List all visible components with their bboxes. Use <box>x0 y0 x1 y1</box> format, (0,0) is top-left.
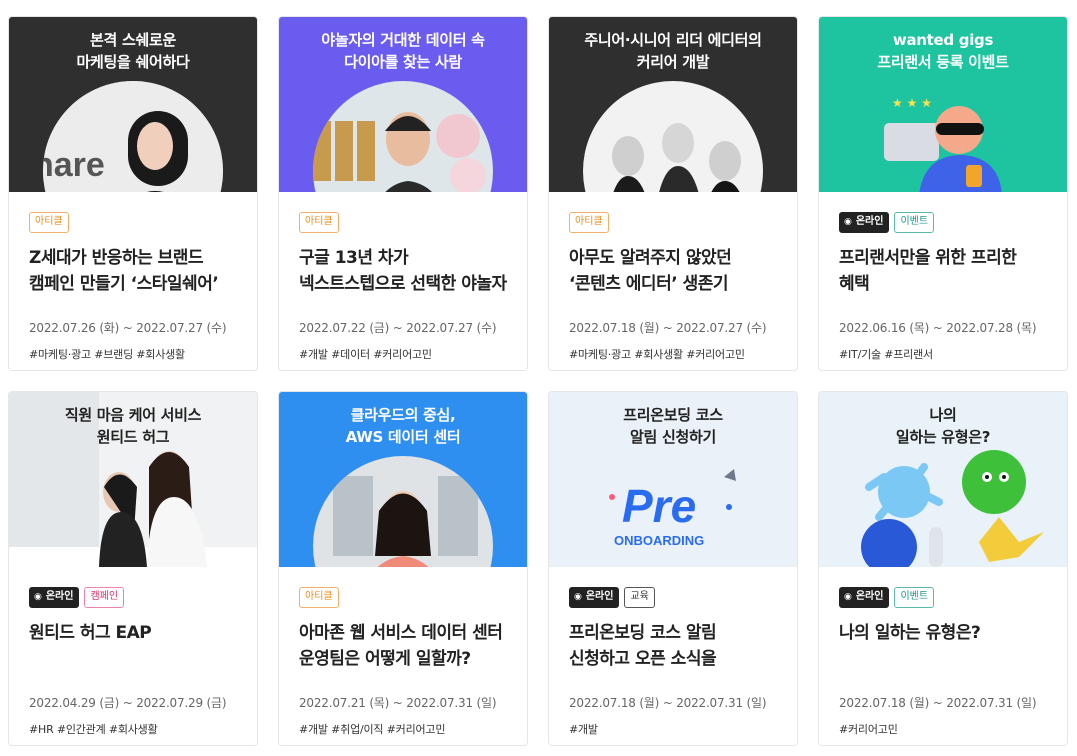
card-chips: 아티클 <box>299 212 507 233</box>
card-date: 2022.07.21 (목) ~ 2022.07.31 (일) <box>299 696 497 710</box>
chip-campaign: 캠페인 <box>84 587 125 608</box>
card-date: 2022.07.18 (월) ~ 2022.07.27 (수) <box>569 321 767 335</box>
card-chips: ◉ 온라인 캠페인 <box>29 587 237 608</box>
card-chips: ◉ 온라인 이벤트 <box>839 587 1047 608</box>
chip-education: 교육 <box>624 587 655 608</box>
card-banner: 주니어·시니어 리더 에디터의 커리어 개발 <box>549 17 797 192</box>
banner-photo <box>313 81 493 192</box>
chip-event: 이벤트 <box>894 212 935 233</box>
chip-article: 아티클 <box>29 212 69 233</box>
card-title[interactable]: 나의 일하는 유형은? <box>839 620 1047 672</box>
card-tags: #개발 <box>569 723 598 736</box>
event-card[interactable]: 야놀자의 거대한 데이터 속 다이아를 찾는 사람 아티클 구글 13년 차가 … <box>278 16 528 371</box>
banner-photo <box>313 456 493 567</box>
card-chips: 아티클 <box>299 587 507 608</box>
work-type-3d-illustration <box>861 450 1044 567</box>
chip-article: 아티클 <box>299 212 339 233</box>
card-title[interactable]: Z세대가 반응하는 브랜드 캠페인 만들기 ‘스타일쉐어’ <box>29 245 237 297</box>
event-card[interactable]: 주니어·시니어 리더 에디터의 커리어 개발 아티클 아무도 알려주지 않았던 … <box>548 16 798 371</box>
banner-photo <box>583 81 763 192</box>
card-date: 2022.07.22 (금) ~ 2022.07.27 (수) <box>299 321 497 335</box>
event-card[interactable]: 나의 일하는 유형은? ◉ 온라인 이벤트 나의 일하는 유형은? 2022.07… <box>818 391 1068 746</box>
banner-title: 본격 스쉐로운 마케팅을 쉐어하다 <box>76 31 190 71</box>
card-title[interactable]: 원티드 허그 EAP <box>29 620 237 672</box>
svg-text:Pre: Pre <box>622 480 696 532</box>
card-tags: #IT/기술 #프리랜서 <box>839 348 933 361</box>
card-date: 2022.07.18 (월) ~ 2022.07.31 (일) <box>569 696 767 710</box>
event-card[interactable]: 본격 스쉐로운 마케팅을 쉐어하다 hare 아티클 Z세대가 반응하는 브랜드… <box>8 16 258 371</box>
card-banner: 본격 스쉐로운 마케팅을 쉐어하다 hare <box>9 17 257 192</box>
card-title[interactable]: 프리랜서만을 위한 프리한 혜택 <box>839 245 1047 297</box>
banner-title: 직원 마음 케어 서비스 원티드 허그 <box>64 406 202 446</box>
card-tags: #HR #인간관계 #회사생활 <box>29 723 158 736</box>
live-broadcast-icon: ◉ <box>34 592 42 602</box>
card-title[interactable]: 아무도 알려주지 않았던 ‘콘텐츠 에디터’ 생존기 <box>569 245 777 297</box>
event-card[interactable]: 클라우드의 중심, AWS 데이터 센터 아티클 아마존 웹 서비스 데이터 센… <box>278 391 528 746</box>
card-chips: 아티클 <box>29 212 237 233</box>
chip-event: 이벤트 <box>894 587 935 608</box>
card-date: 2022.04.29 (금) ~ 2022.07.29 (금) <box>29 696 227 710</box>
card-chips: 아티클 <box>569 212 777 233</box>
banner-photo: hare <box>43 81 223 192</box>
svg-text:ONBOARDING: ONBOARDING <box>614 533 704 548</box>
card-title[interactable]: 아마존 웹 서비스 데이터 센터 운영팀은 어떻게 일할까? <box>299 620 507 672</box>
card-title[interactable]: 프리온보딩 코스 알림 신청하고 오픈 소식을 받아보세요! <box>569 620 777 672</box>
live-broadcast-icon: ◉ <box>844 592 852 602</box>
freelancer-3d-illustration: ★ ★ ★ <box>884 96 1002 192</box>
card-tags: #마케팅·광고 #회사생활 #커리어고민 <box>569 348 745 361</box>
banner-title: 야놀자의 거대한 데이터 속 다이아를 찾는 사람 <box>321 31 485 71</box>
card-title[interactable]: 구글 13년 차가 넥스트스텝으로 선택한 야놀자 <box>299 245 507 297</box>
svg-text:★ ★ ★: ★ ★ ★ <box>892 96 932 110</box>
chip-article: 아티클 <box>569 212 609 233</box>
card-date: 2022.07.26 (화) ~ 2022.07.27 (수) <box>29 321 227 335</box>
card-tags: #커리어고민 <box>839 723 898 736</box>
live-broadcast-icon: ◉ <box>844 217 852 227</box>
card-banner: 야놀자의 거대한 데이터 속 다이아를 찾는 사람 <box>279 17 527 192</box>
banner-title: 주니어·시니어 리더 에디터의 커리어 개발 <box>584 31 762 71</box>
card-tags: #개발 #데이터 #커리어고민 <box>299 348 432 361</box>
preonboarding-logo: Pre ONBOARDING <box>609 469 736 548</box>
event-card[interactable]: 프리온보딩 코스 알림 신청하기 Pre ONBOARDING ◉ 온라인 교육 … <box>548 391 798 746</box>
card-banner: 클라우드의 중심, AWS 데이터 센터 <box>279 392 527 567</box>
chip-article: 아티클 <box>299 587 339 608</box>
banner-title: 클라우드의 중심, AWS 데이터 센터 <box>345 406 461 446</box>
card-banner: 프리온보딩 코스 알림 신청하기 Pre ONBOARDING <box>549 392 797 567</box>
card-tags: #마케팅·광고 #브랜딩 #회사생활 <box>29 348 185 361</box>
banner-title: wanted gigs 프리랜서 등록 이벤트 <box>877 31 1009 71</box>
chip-online: ◉ 온라인 <box>839 212 890 233</box>
event-card[interactable]: wanted gigs 프리랜서 등록 이벤트 ★ ★ ★ ◉ 온라인 이벤트 프… <box>818 16 1068 371</box>
photo-caption: hare <box>43 146 105 184</box>
card-tags: #개발 #취업/이직 #커리어고민 <box>299 723 446 736</box>
card-banner: 직원 마음 케어 서비스 원티드 허그 <box>9 392 257 567</box>
card-date: 2022.07.18 (월) ~ 2022.07.31 (일) <box>839 696 1037 710</box>
chip-online: ◉ 온라인 <box>29 587 80 608</box>
banner-title: 나의 일하는 유형은? <box>895 406 991 446</box>
card-chips: ◉ 온라인 이벤트 <box>839 212 1047 233</box>
live-broadcast-icon: ◉ <box>574 592 582 602</box>
card-date: 2022.06.16 (목) ~ 2022.07.28 (목) <box>839 321 1037 335</box>
event-card[interactable]: 직원 마음 케어 서비스 원티드 허그 ◉ 온라인 캠페인 원티드 허그 EAP … <box>8 391 258 746</box>
card-banner: 나의 일하는 유형은? <box>819 392 1067 567</box>
card-chips: ◉ 온라인 교육 <box>569 587 777 608</box>
banner-title: 프리온보딩 코스 알림 신청하기 <box>623 406 723 446</box>
card-banner: wanted gigs 프리랜서 등록 이벤트 ★ ★ ★ <box>819 17 1067 192</box>
chip-online: ◉ 온라인 <box>569 587 620 608</box>
chip-online: ◉ 온라인 <box>839 587 890 608</box>
